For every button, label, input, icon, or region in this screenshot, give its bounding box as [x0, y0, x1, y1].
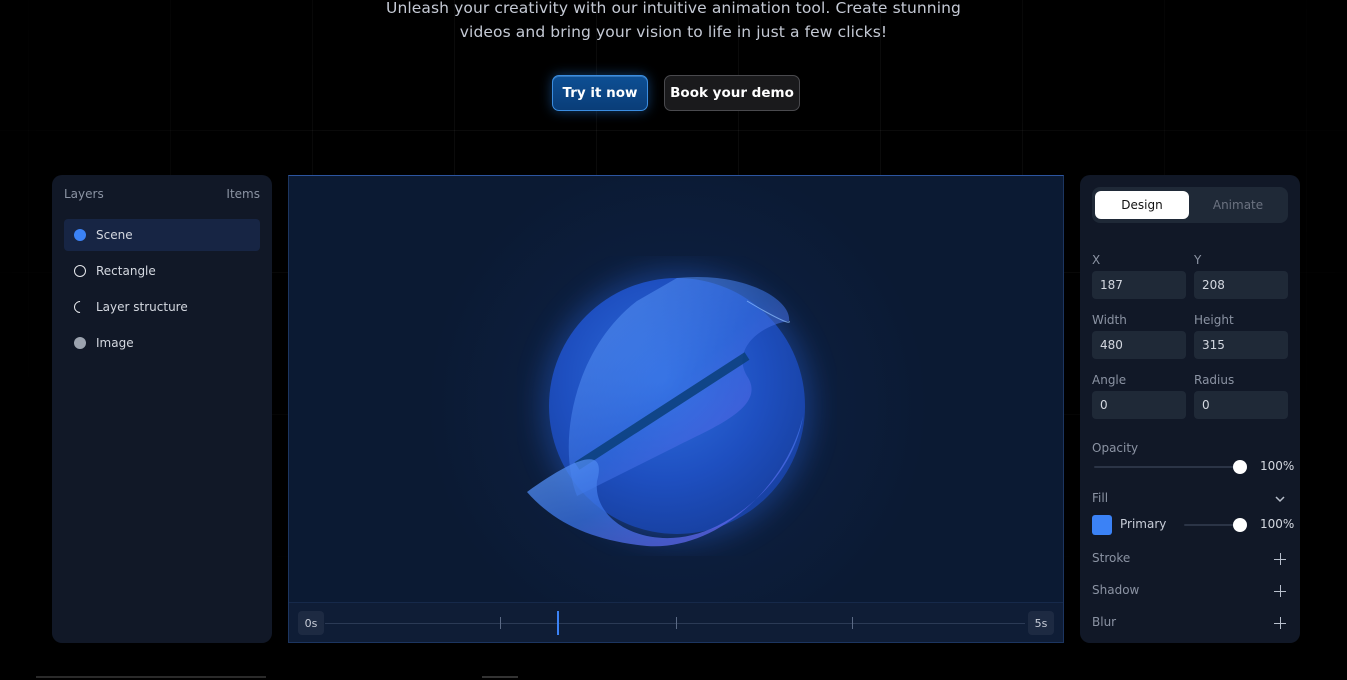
fill-name: Primary — [1120, 517, 1167, 531]
fill-color-swatch[interactable] — [1092, 515, 1112, 535]
add-stroke-plus-icon[interactable] — [1274, 553, 1286, 565]
mode-switch: Design Animate — [1092, 187, 1288, 223]
radius-input[interactable]: 0 — [1194, 391, 1288, 419]
sphere-artwork — [527, 271, 812, 547]
timeline-end-label: 5s — [1028, 611, 1054, 635]
timeline-tick — [852, 617, 853, 629]
timeline-tick — [500, 617, 501, 629]
layer-item-label: Image — [96, 336, 134, 350]
timeline-start-label: 0s — [298, 611, 324, 635]
fill-opacity-slider[interactable] — [1184, 524, 1240, 526]
fill-opacity-value: 100% — [1260, 517, 1295, 531]
bottom-edge-marker — [482, 676, 518, 678]
timeline-playhead[interactable] — [557, 611, 559, 635]
shadow-label: Shadow — [1092, 583, 1140, 597]
try-it-now-button[interactable]: Try it now — [552, 75, 648, 111]
filled-blue-circle-icon — [74, 229, 86, 241]
tab-animate[interactable]: Animate — [1191, 191, 1285, 219]
layer-item-image[interactable]: Image — [64, 327, 260, 359]
editor-canvas[interactable]: 0s 5s — [288, 175, 1064, 643]
height-label: Height — [1194, 313, 1234, 327]
angle-label: Angle — [1092, 373, 1127, 387]
opacity-slider-knob[interactable] — [1233, 460, 1247, 474]
partial-circle-icon — [71, 298, 89, 316]
angle-input[interactable]: 0 — [1092, 391, 1186, 419]
opacity-label: Opacity — [1092, 441, 1139, 455]
timeline[interactable]: 0s 5s — [289, 602, 1063, 642]
opacity-slider[interactable] — [1094, 466, 1240, 468]
hero-subtitle: Unleash your creativity with our intuiti… — [0, 0, 1347, 44]
layers-panel: Layers Items Scene Rectangle Layer struc… — [52, 175, 272, 643]
items-label[interactable]: Items — [226, 187, 260, 201]
timeline-track[interactable] — [325, 623, 1025, 624]
y-input[interactable]: 208 — [1194, 271, 1288, 299]
blur-label: Blur — [1092, 615, 1117, 629]
layers-title: Layers — [64, 187, 104, 201]
width-label: Width — [1092, 313, 1127, 327]
book-demo-button[interactable]: Book your demo — [664, 75, 800, 111]
layer-item-label: Scene — [96, 228, 133, 242]
layer-item-layer-structure[interactable]: Layer structure — [64, 291, 260, 323]
layers-header: Layers Items — [64, 187, 260, 201]
fill-opacity-slider-knob[interactable] — [1233, 518, 1247, 532]
add-shadow-plus-icon[interactable] — [1274, 585, 1286, 597]
fill-label: Fill — [1092, 491, 1109, 505]
x-input[interactable]: 187 — [1092, 271, 1186, 299]
timeline-tick — [676, 617, 677, 629]
chevron-down-icon[interactable] — [1274, 493, 1286, 505]
outline-circle-icon — [74, 265, 86, 277]
hero-subtitle-line1: Unleash your creativity with our intuiti… — [386, 0, 961, 17]
bottom-edge-bar — [36, 676, 266, 678]
properties-panel: Design Animate X Y 187 208 Width Height … — [1080, 175, 1300, 643]
height-input[interactable]: 315 — [1194, 331, 1288, 359]
tab-design[interactable]: Design — [1095, 191, 1189, 219]
radius-label: Radius — [1194, 373, 1235, 387]
width-input[interactable]: 480 — [1092, 331, 1186, 359]
gray-circle-icon — [74, 337, 86, 349]
layer-item-scene[interactable]: Scene — [64, 219, 260, 251]
hero-subtitle-line2: videos and bring your vision to life in … — [459, 23, 888, 41]
x-label: X — [1092, 253, 1101, 267]
layer-item-label: Rectangle — [96, 264, 156, 278]
layer-item-rectangle[interactable]: Rectangle — [64, 255, 260, 287]
opacity-value: 100% — [1260, 459, 1295, 473]
y-label: Y — [1194, 253, 1202, 267]
add-blur-plus-icon[interactable] — [1274, 617, 1286, 629]
stroke-label: Stroke — [1092, 551, 1131, 565]
layer-item-label: Layer structure — [96, 300, 188, 314]
